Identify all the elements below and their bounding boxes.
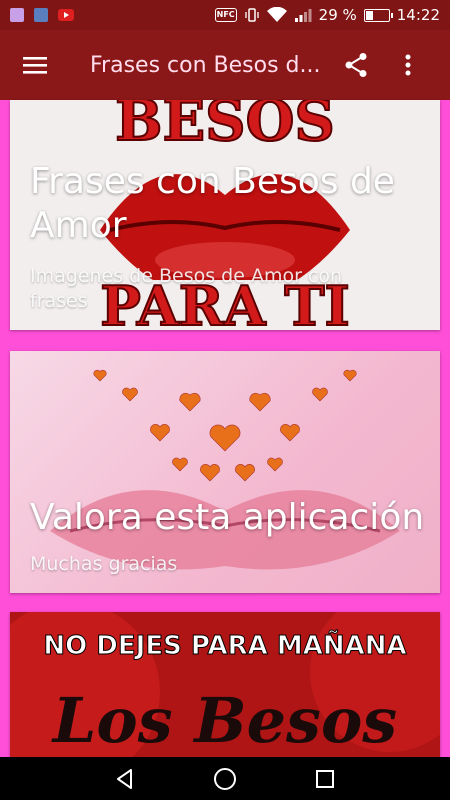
svg-text:Los Besos: Los Besos: [51, 684, 397, 757]
page-title: Frases con Besos d...: [90, 52, 321, 78]
card-title: Valora esta aplicación: [30, 497, 425, 538]
maps-icon: [34, 8, 48, 22]
share-button[interactable]: [330, 30, 382, 100]
clock: 14:22: [396, 6, 440, 24]
card-subtitle: Muchas gracias: [30, 553, 178, 575]
recents-square-icon: [316, 769, 334, 788]
hamburger-menu-button[interactable]: [0, 30, 70, 100]
gallery-icon: [10, 8, 24, 22]
battery-percent: 29 %: [318, 6, 357, 24]
card-frases-besos[interactable]: BESOS PARA TI Frases con Besos de Amor I…: [10, 100, 440, 330]
svg-text:NO DEJES PARA MAÑANA: NO DEJES PARA MAÑANA: [43, 629, 406, 661]
back-triangle-icon: [117, 768, 132, 789]
system-navigation-bar: [0, 757, 450, 800]
los-besos-image: NO DEJES PARA MAÑANA Los Besos: [10, 612, 440, 757]
back-button[interactable]: [105, 759, 145, 799]
battery-icon: [363, 8, 393, 22]
app-bar: Frases con Besos d...: [0, 30, 450, 100]
card-no-dejes[interactable]: NO DEJES PARA MAÑANA Los Besos: [10, 612, 440, 757]
more-vert-icon: [405, 54, 411, 76]
system-status: NFC 29 % 14:22: [214, 6, 440, 24]
notification-icons: [10, 8, 74, 22]
card-subtitle: Imagenes de Besos de Amor con frases: [30, 265, 343, 312]
status-bar: NFC 29 % 14:22: [0, 0, 450, 30]
nfc-icon: NFC: [214, 8, 237, 22]
recents-button[interactable]: [305, 759, 345, 799]
more-options-button[interactable]: [382, 30, 434, 100]
battery-level: [365, 10, 373, 20]
hamburger-menu-icon: [23, 57, 47, 74]
youtube-icon: [58, 9, 74, 21]
svg-text:BESOS: BESOS: [115, 100, 335, 154]
card-title: Frases con Besos de Amor: [30, 161, 395, 246]
home-circle-icon: [214, 767, 236, 790]
signal-icon: [294, 9, 312, 22]
home-button[interactable]: [205, 759, 245, 799]
vibrate-icon: [245, 8, 259, 22]
wifi-icon: [266, 7, 287, 22]
card-rate-app[interactable]: Valora esta aplicación Muchas gracias: [10, 351, 440, 593]
share-icon: [345, 53, 367, 77]
